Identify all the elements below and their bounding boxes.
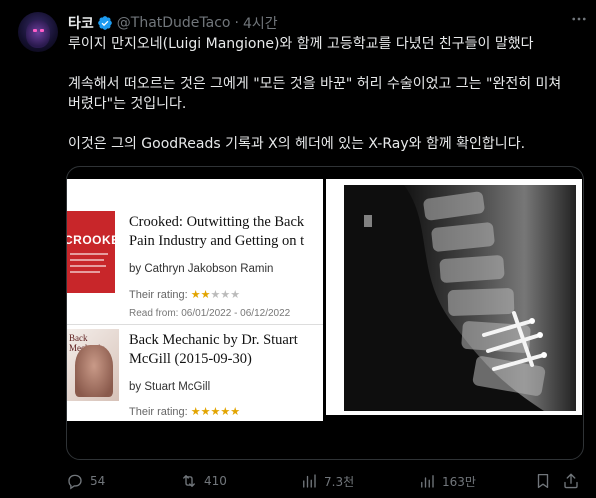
reply-button[interactable]: 54 — [66, 472, 105, 490]
views-count: 7.3천 — [324, 474, 355, 489]
timestamp[interactable]: 4시간 — [243, 13, 278, 33]
display-name[interactable]: 타코 — [68, 13, 94, 33]
dot-separator: · — [234, 15, 239, 31]
bookmark-button[interactable] — [534, 472, 552, 490]
tweet-paragraph-1: 루이지 만지오네(Luigi Mangione)와 함께 고등학교를 다녔던 친… — [68, 36, 534, 52]
avatar-eye-right — [40, 29, 44, 32]
star-empty-icon: ★★★ — [210, 289, 241, 301]
tweet-text: 루이지 만지오네(Luigi Mangione)와 함께 고등학교를 다녔던 친… — [68, 34, 578, 174]
retweet-icon — [180, 472, 198, 490]
book-title-line[interactable]: Back Mechanic by Dr. Stuart — [129, 331, 298, 350]
book-cover-back-mechanic: Back Mechanic — [67, 329, 119, 401]
tweet-paragraph-2: 계속해서 떠오르는 것은 그에게 "모든 것을 바꾼" 허리 수술이었고 그는 … — [68, 76, 566, 112]
avatar-eye-left — [33, 29, 37, 32]
reply-count: 54 — [90, 474, 106, 488]
book-title-line[interactable]: Pain Industry and Getting on t — [129, 232, 304, 251]
xray-image[interactable] — [326, 179, 582, 415]
book-author[interactable]: by Cathryn Jakobson Ramin — [129, 263, 273, 275]
cover-text-line — [70, 265, 106, 267]
likes-button[interactable]: 163만 — [418, 472, 476, 490]
more-options-icon[interactable] — [570, 10, 588, 32]
bookmark-icon — [534, 472, 552, 490]
handle[interactable]: @ThatDudeTaco — [117, 15, 231, 31]
divider — [67, 324, 323, 325]
read-dates: Read from: 06/01/2022 - 06/12/2022 — [129, 308, 291, 319]
views-button[interactable]: 7.3천 — [300, 472, 354, 490]
book-cover-crooked: CROOKED — [67, 211, 115, 293]
tweet-header: 타코 @ThatDudeTaco · 4시간 — [68, 12, 586, 34]
views-chart-icon — [418, 472, 436, 490]
avatar[interactable] — [18, 12, 58, 52]
cover-text-line — [70, 253, 108, 255]
goodreads-screenshot[interactable]: CROOKED Crooked: Outwitting the Back Pai… — [67, 179, 323, 421]
retweet-button[interactable]: 410 — [180, 472, 227, 490]
action-bar: 54 410 7.3천 163만 — [66, 472, 586, 492]
views-icon — [300, 472, 318, 490]
book-title-line[interactable]: Crooked: Outwitting the Back — [129, 213, 304, 232]
book-rating: Their rating: ★★★★★ — [129, 405, 240, 418]
bookmarks-count: 163만 — [442, 474, 476, 489]
star-rating-icon: ★★★★★ — [190, 406, 241, 418]
book-title-line[interactable]: McGill (2015-09-30) — [129, 350, 252, 369]
share-icon — [562, 472, 580, 490]
cover-text-line — [70, 259, 104, 261]
verified-badge-icon — [97, 15, 113, 31]
book-author[interactable]: by Stuart McGill — [129, 381, 210, 393]
rating-label: Their rating: — [129, 406, 188, 418]
book-rating: Their rating: ★★★★★ — [129, 288, 240, 301]
reply-icon — [66, 472, 84, 490]
cover-figure — [75, 345, 113, 397]
tweet-paragraph-3: 이것은 그의 GoodReads 기록과 X의 헤더에 있는 X-Ray와 함께… — [68, 136, 526, 152]
avatar-face — [26, 20, 50, 48]
book-cover-title: CROOKED — [67, 233, 115, 247]
media-card[interactable]: CROOKED Crooked: Outwitting the Back Pai… — [66, 166, 584, 460]
rating-label: Their rating: — [129, 289, 188, 301]
star-rating-icon: ★★ — [190, 289, 211, 301]
cover-text-line — [70, 271, 100, 273]
xray-spine-image — [344, 185, 576, 411]
retweet-count: 410 — [204, 474, 227, 488]
share-button[interactable] — [562, 472, 580, 490]
